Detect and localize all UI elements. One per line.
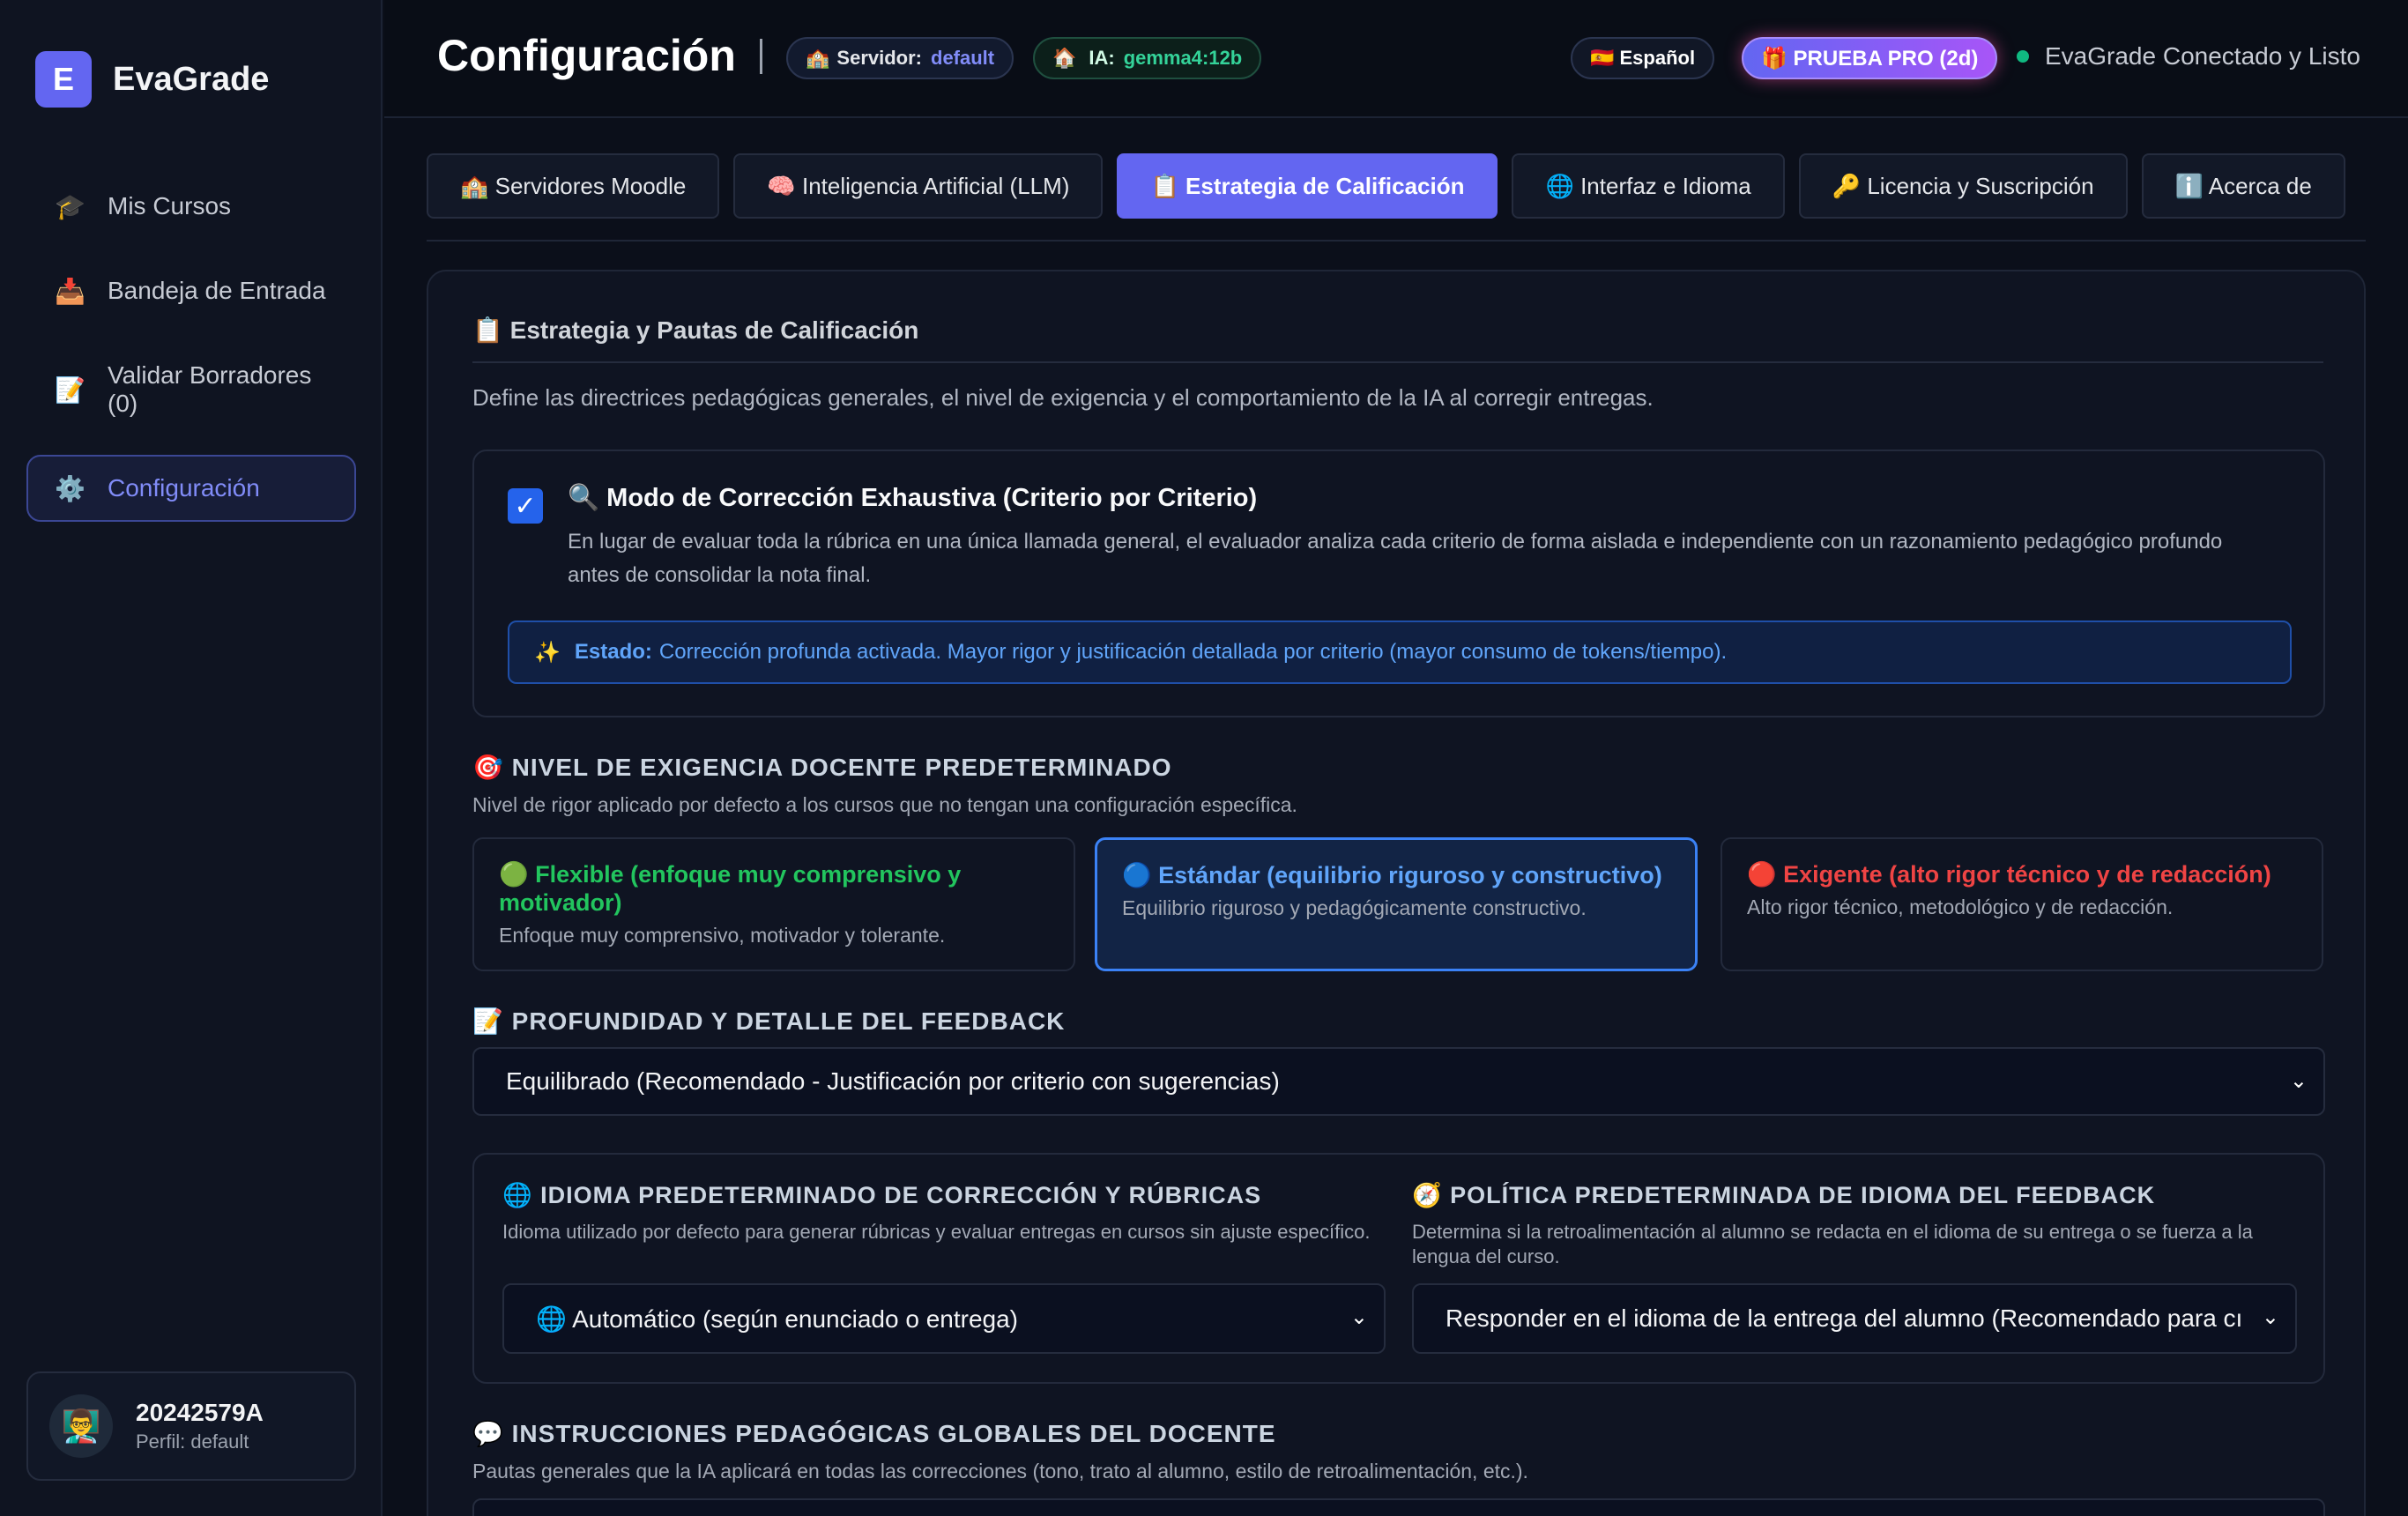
sidebar-item-label: Configuración [108,474,260,502]
ai-value: gemma4:12b [1123,47,1243,69]
default-language-value: 🌐 Automático (según enunciado o entrega) [536,1304,1018,1333]
gear-icon: ⚙️ [55,474,85,502]
level-option-description: Equilibrio riguroso y pedagógicamente co… [1122,896,1587,919]
sidebar-item-validar-borradores[interactable]: 📝 Validar Borradores (0) [26,342,356,437]
status-text: EvaGrade Conectado y Listo [2045,42,2360,70]
exhaustive-mode-checkbox[interactable]: ✓ [508,488,543,524]
state-text: Corrección profunda activada. Mayor rigo… [658,640,1728,664]
language-settings-box: 🌐 IDIOMA PREDETERMINADO DE CORRECCIÓN Y … [472,1153,2325,1384]
feedback-language-policy-value: Responder en el idioma de la entrega del… [1446,1304,2243,1332]
chevron-down-icon: ⌄ [1344,1304,1368,1330]
feedback-section-title: 📝 PROFUNDIDAD Y DETALLE DEL FEEDBACK [472,1007,1066,1035]
ai-label: IA: [1089,47,1115,69]
tab-acerca-de[interactable]: ℹ️ Acerca de [2141,153,2345,219]
panel-description: Define las directrices pedagógicas gener… [472,384,1654,411]
state-label: Estado: [574,640,652,664]
level-option-title: 🟢 Flexible (enfoque muy comprensivo y mo… [499,861,962,916]
user-id: 20242579A [136,1399,264,1426]
tab-inteligencia-artificial[interactable]: 🧠 Inteligencia Artificial (LLM) [733,153,1104,219]
feedback-depth-select[interactable]: Equilibrado (Recomendado - Justificación… [472,1047,2325,1116]
avatar: 👨‍🏫 [49,1394,113,1458]
tab-servidores-moodle[interactable]: 🏫 Servidores Moodle [427,153,720,219]
exhaustive-mode-description: En lugar de evaluar toda la rúbrica en u… [568,530,2223,587]
feedback-language-policy-title: 🧭 POLÍTICA PREDETERMINADA DE IDIOMA DEL … [1412,1182,2156,1208]
inbox-icon: 📥 [55,277,85,305]
settings-tabs: 🏫 Servidores Moodle 🧠 Inteligencia Artif… [427,153,2360,219]
feedback-depth-value: Equilibrado (Recomendado - Justificación… [506,1067,1280,1095]
sparkles-icon: ✨ [534,640,561,665]
default-language-title: 🌐 IDIOMA PREDETERMINADO DE CORRECCIÓN Y … [502,1182,1262,1208]
panel-title: 📋 Estrategia y Pautas de Calificación [472,316,919,344]
tab-interfaz-idioma[interactable]: 🌐 Interfaz e Idioma [1512,153,1785,219]
server-badge[interactable]: 🏫 Servidor: default [786,37,1014,79]
house-icon: 🏠 [1052,47,1077,69]
user-profile: Perfil: default [136,1431,249,1453]
feedback-language-policy-select[interactable]: Responder en el idioma de la entrega del… [1412,1283,2297,1354]
level-option-title: 🔴 Exigente (alto rigor técnico y de reda… [1747,861,2271,888]
header: Configuración 🏫 Servidor: default 🏠 IA: … [384,0,2408,118]
grading-strategy-panel: 📋 Estrategia y Pautas de Calificación De… [427,270,2366,1516]
tab-estrategia-calificacion[interactable]: 📋 Estrategia de Calificación [1117,153,1498,219]
sidebar: E EvaGrade 🎓 Mis Cursos 📥 Bandeja de Ent… [0,0,383,1516]
instructions-section-title: 💬 INSTRUCCIONES PEDAGÓGICAS GLOBALES DEL… [472,1420,1276,1447]
title-divider [760,39,762,74]
level-option-description: Alto rigor técnico, metodológico y de re… [1747,895,2174,918]
sidebar-item-label: Mis Cursos [108,192,232,219]
level-option-flexible[interactable]: 🟢 Flexible (enfoque muy comprensivo y mo… [472,837,1075,971]
chevron-down-icon: ⌄ [2256,1304,2279,1330]
level-section-title: 🎯 NIVEL DE EXIGENCIA DOCENTE PREDETERMIN… [472,754,1172,781]
level-section-subtitle: Nivel de rigor aplicado por defecto a lo… [472,793,1297,816]
school-icon: 🏫 [806,47,830,69]
exhaustive-mode-box: ✓ 🔍 Modo de Corrección Exhaustiva (Crite… [472,450,2325,717]
brand-logo: E [35,51,92,108]
sidebar-item-label: Validar Borradores (0) [108,361,312,417]
pro-trial-button[interactable]: 🎁 PRUEBA PRO (2d) [1742,37,1998,79]
sidebar-nav: 🎓 Mis Cursos 📥 Bandeja de Entrada 📝 Vali… [26,173,356,539]
server-value: default [931,47,995,69]
server-label: Servidor: [836,47,922,69]
connection-status: EvaGrade Conectado y Listo [2017,42,2360,71]
exhaustive-mode-title: 🔍 Modo de Corrección Exhaustiva (Criteri… [568,484,1258,512]
sidebar-item-configuracion[interactable]: ⚙️ Configuración [26,455,356,522]
default-language-subtitle: Idioma utilizado por defecto para genera… [502,1221,1371,1243]
ai-badge[interactable]: 🏠 IA: gemma4:12b [1033,37,1262,79]
exhaustive-state-banner: ✨ Estado: Corrección profunda activada. … [508,621,2292,684]
tabs-divider [427,240,2366,242]
sidebar-item-bandeja[interactable]: 📥 Bandeja de Entrada [26,257,356,324]
chevron-down-icon: ⌄ [2284,1068,2308,1094]
brand-name: EvaGrade [113,60,270,98]
tab-licencia-suscripcion[interactable]: 🔑 Licencia y Suscripción [1798,153,2128,219]
panel-divider [472,361,2323,363]
level-option-exigente[interactable]: 🔴 Exigente (alto rigor técnico y de reda… [1721,837,2323,971]
user-card[interactable]: 👨‍🏫 20242579A Perfil: default [26,1371,356,1481]
user-info: 20242579A Perfil: default [136,1399,264,1453]
brand[interactable]: E EvaGrade [35,51,269,108]
level-option-estandar[interactable]: 🔵 Estándar (equilibrio riguroso y constr… [1095,837,1698,971]
feedback-language-policy-subtitle: Determina si la retroalimentación al alu… [1412,1221,2253,1267]
page-title: Configuración [437,31,736,80]
instructions-section-subtitle: Pautas generales que la IA aplicará en t… [472,1460,1528,1483]
default-language-select[interactable]: 🌐 Automático (según enunciado o entrega)… [502,1283,1386,1354]
language-button[interactable]: 🇪🇸 Español [1571,37,1715,79]
sidebar-item-label: Bandeja de Entrada [108,277,326,304]
memo-icon: 📝 [55,375,85,404]
sidebar-item-mis-cursos[interactable]: 🎓 Mis Cursos [26,173,356,240]
status-dot-icon [2017,50,2029,63]
level-option-title: 🔵 Estándar (equilibrio riguroso y constr… [1122,862,1662,888]
global-instructions-textarea[interactable] [472,1498,2325,1516]
graduation-cap-icon: 🎓 [55,192,85,220]
level-option-description: Enfoque muy comprensivo, motivador y tol… [499,924,946,947]
